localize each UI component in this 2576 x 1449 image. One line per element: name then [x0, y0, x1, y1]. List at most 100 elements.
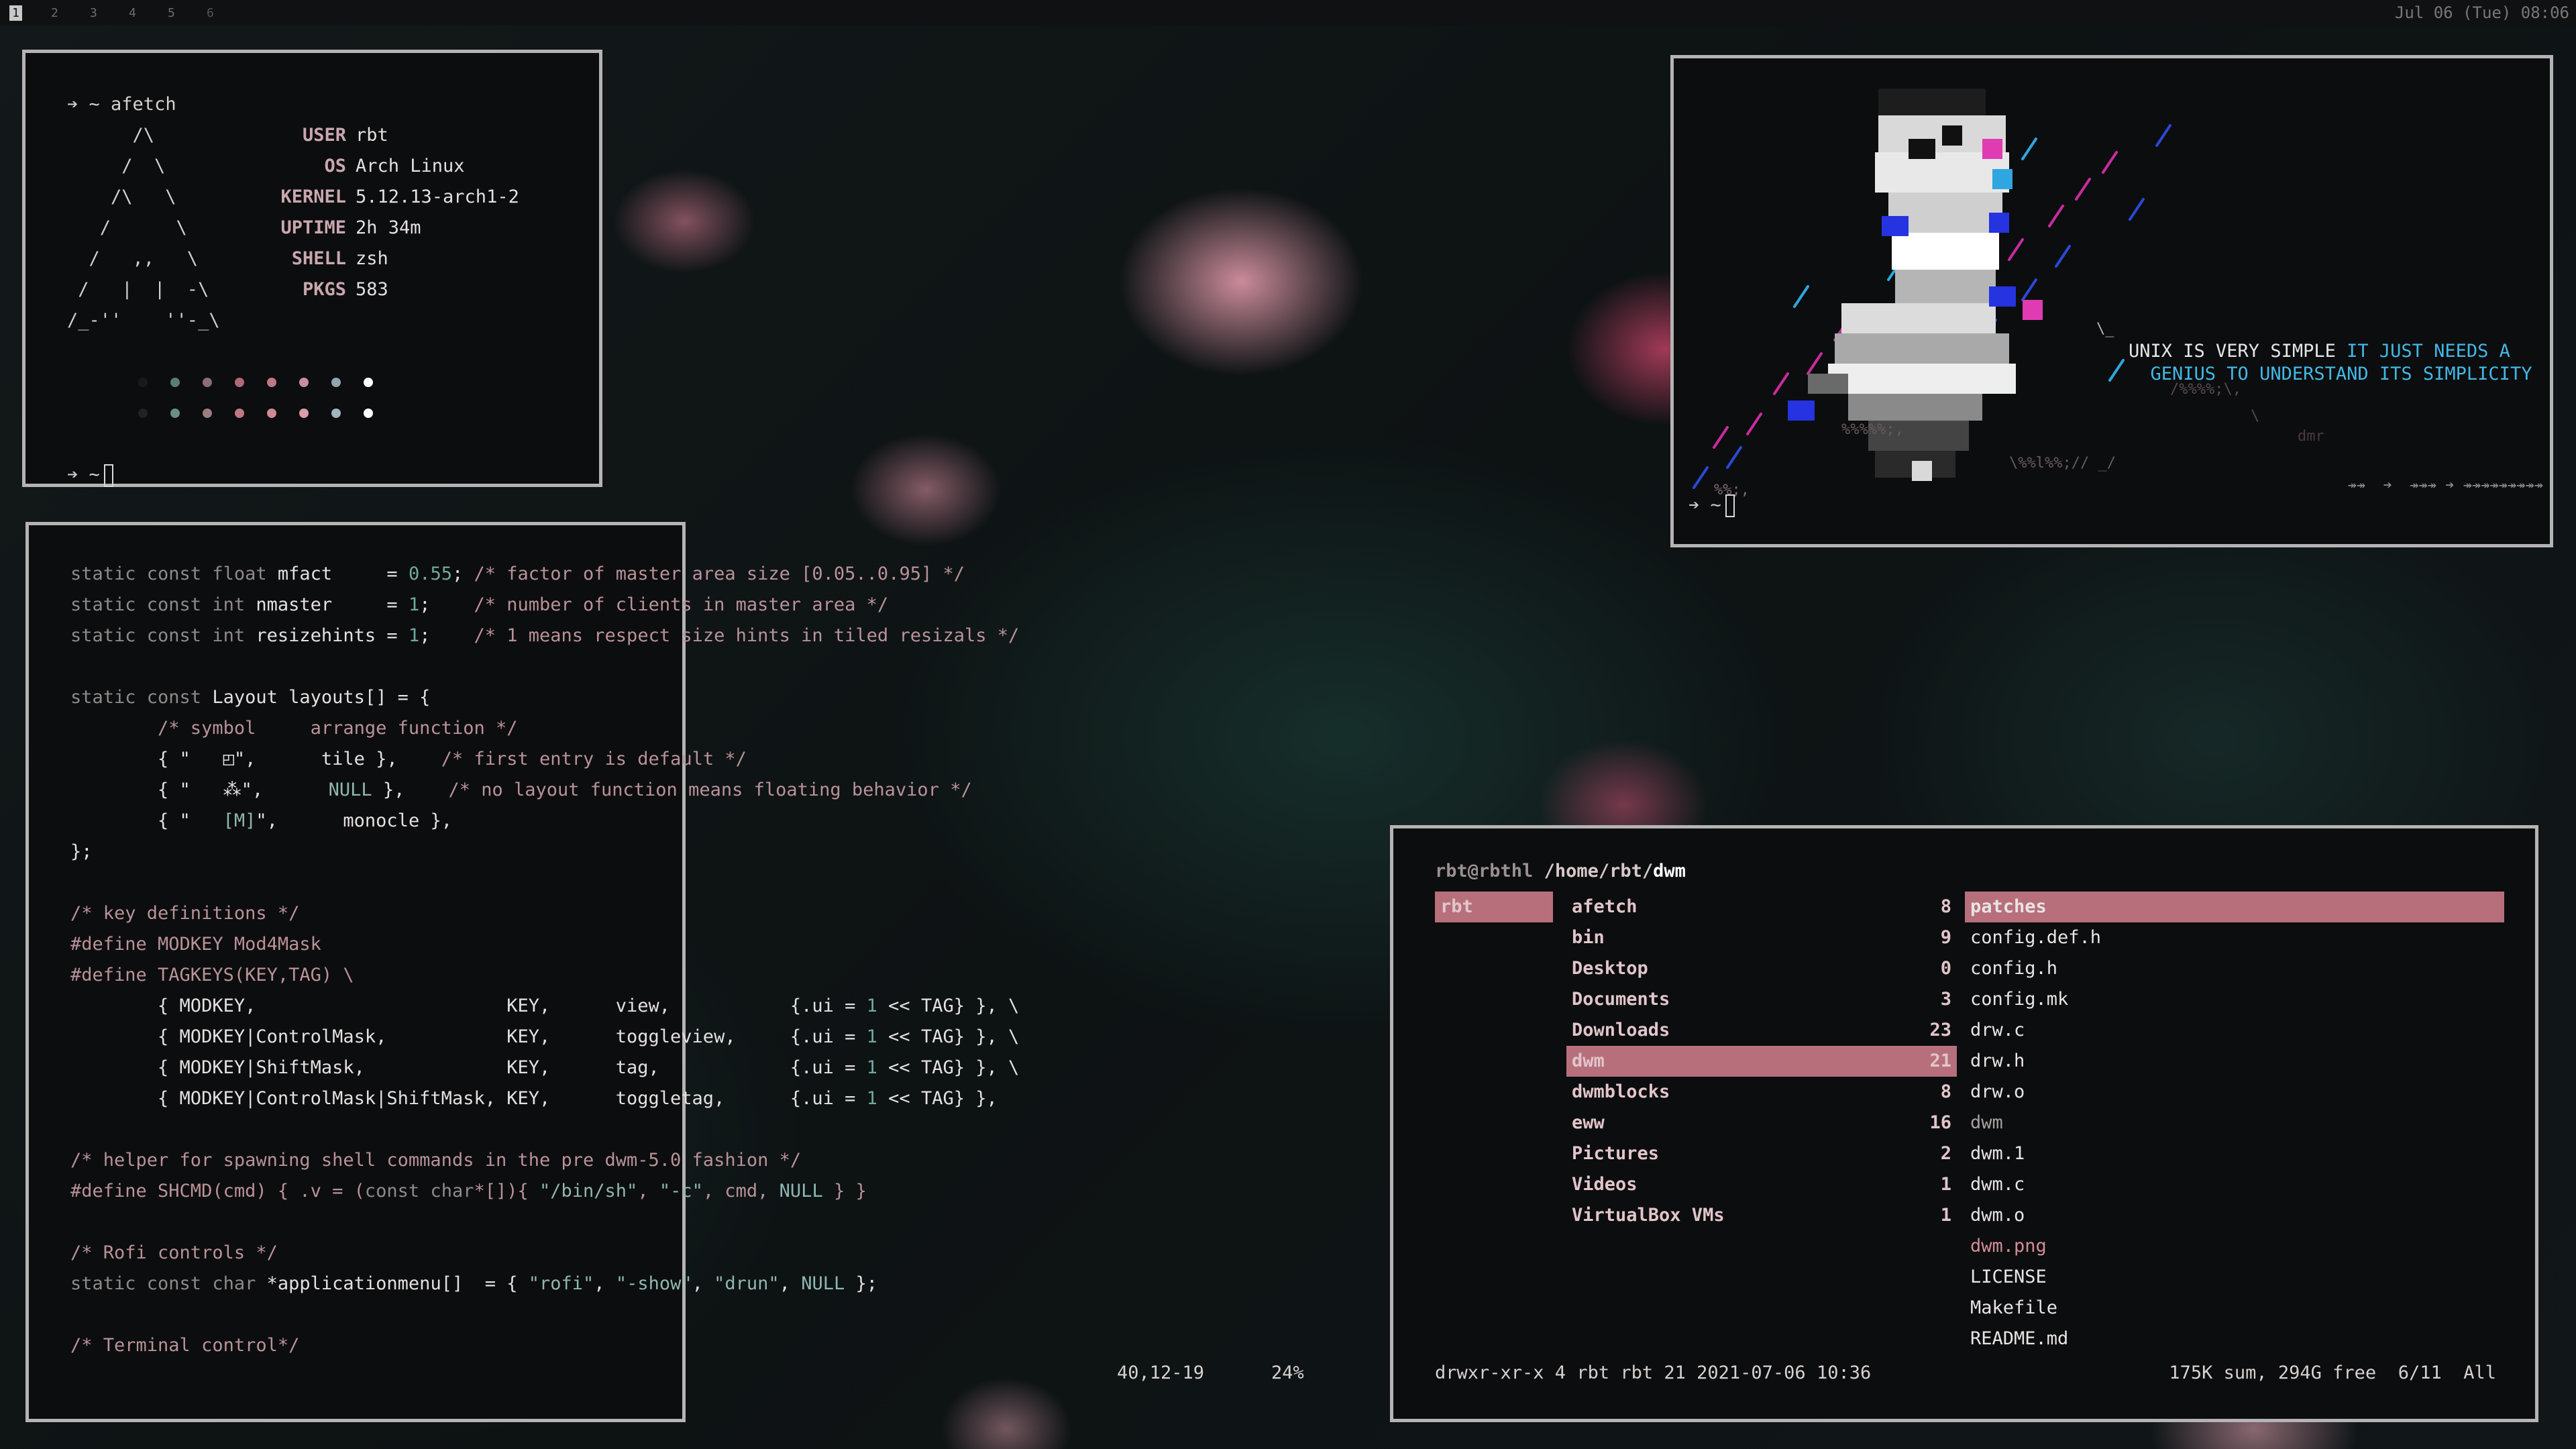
color-palette-row-1	[138, 367, 599, 398]
code-token: 1	[866, 1057, 877, 1078]
code-comment: /* first entry is default */	[441, 749, 747, 769]
list-item[interactable]: dwm	[1965, 1108, 2504, 1138]
tag-1[interactable]: 1	[5, 0, 44, 25]
item-count: 16	[1929, 1112, 1951, 1133]
code-token: ,	[594, 1273, 616, 1294]
code-token: static const	[70, 687, 213, 708]
ascii-art-figure: %%;, %%%%%;, \%%l%%;// _/ \_ /%%%%;\, \ …	[1693, 89, 2324, 498]
palette-dot	[299, 409, 309, 418]
code-token: { MODKEY, KEY, view, {.ui =	[70, 996, 867, 1016]
ranger-file-manager-window[interactable]: rbt@rbthl /home/rbt/dwm rbt afetch 8 bin 9…	[1390, 825, 2538, 1422]
status-bar: 1 2 3 4 5 6 Jul 06 (Tue) 08:06	[0, 0, 2576, 25]
code-line: { MODKEY|ControlMask|ShiftMask, KEY, tog…	[70, 1083, 1019, 1114]
code-token: ;	[419, 625, 474, 646]
list-item[interactable]: rbt	[1435, 892, 1553, 922]
cursor-position: 40,12-19	[1117, 1362, 1205, 1383]
code-token: { MODKEY|ControlMask|ShiftMask, KEY, tog…	[70, 1088, 867, 1109]
list-item[interactable]: Makefile	[1965, 1293, 2504, 1324]
code-line: static const char *applicationmenu[] = {…	[70, 1269, 1019, 1299]
list-item[interactable]: drw.h	[1965, 1046, 2504, 1077]
path-current-dir: dwm	[1653, 861, 1686, 881]
list-item[interactable]: config.mk	[1965, 984, 2504, 1015]
list-item[interactable]: config.h	[1965, 953, 2504, 984]
info-key: SHELL	[291, 248, 346, 269]
code-line: };	[70, 841, 93, 862]
vim-editor-window[interactable]: static const float mfact = 0.55; /* fact…	[25, 522, 1304, 1422]
code-token: static const int	[70, 625, 256, 646]
code-token: Layout layouts[] = {	[212, 687, 431, 708]
list-item[interactable]: dwm.o	[1965, 1200, 2504, 1231]
list-item[interactable]: bin 9	[1566, 922, 1957, 953]
list-item-selected[interactable]: patches	[1965, 892, 2504, 922]
palette-dot	[364, 409, 373, 418]
info-key: USER	[302, 125, 346, 146]
item-count: 21	[1929, 1051, 1951, 1071]
item-name: afetch	[1572, 896, 1638, 917]
list-item[interactable]: LICENSE	[1965, 1262, 2504, 1293]
list-item[interactable]: Downloads 23	[1566, 1015, 1957, 1046]
list-item-selected[interactable]: dwm 21	[1566, 1046, 1957, 1077]
list-item[interactable]: eww 16	[1566, 1108, 1957, 1138]
quote-cyan-text-1: IT JUST NEEDS A	[2347, 341, 2510, 362]
list-item[interactable]: drw.c	[1965, 1015, 2504, 1046]
list-item[interactable]: dwm.c	[1965, 1169, 2504, 1200]
item-name: drw.h	[1970, 1051, 2025, 1071]
list-item[interactable]: Desktop 0	[1566, 953, 1957, 984]
code-token: { MODKEY|ControlMask, KEY, toggleview, {…	[70, 1026, 867, 1047]
code-line: static const Layout layouts[] = {	[70, 682, 1019, 713]
unix-quote: UNIX IS VERY SIMPLE IT JUST NEEDS A GENI…	[2129, 340, 2532, 386]
code-buffer[interactable]: static const float mfact = 0.55; /* fact…	[70, 559, 1019, 1361]
list-item[interactable]: Pictures 2	[1566, 1138, 1957, 1169]
disk-status-footer: 175K sum, 294G free 6/11 All	[2169, 1362, 2496, 1383]
item-name: Pictures	[1572, 1143, 1660, 1164]
item-name: dwmblocks	[1572, 1081, 1670, 1102]
info-value: Arch Linux	[356, 156, 465, 176]
tag-3[interactable]: 3	[83, 0, 122, 25]
list-item[interactable]: afetch 8	[1566, 892, 1957, 922]
item-name: VirtualBox VMs	[1572, 1205, 1725, 1226]
list-item[interactable]: README.md	[1965, 1324, 2504, 1354]
item-name: README.md	[1970, 1328, 2069, 1349]
tag-4[interactable]: 4	[122, 0, 161, 25]
code-token: =	[376, 625, 409, 646]
tag-6[interactable]: 6	[200, 6, 214, 20]
prompt-line[interactable]: ➔ ~	[1688, 494, 1735, 517]
list-item[interactable]: config.def.h	[1965, 922, 2504, 953]
code-token: "/bin/sh"	[539, 1181, 638, 1201]
list-item[interactable]: VirtualBox VMs 1	[1566, 1200, 1957, 1231]
code-line: #define MODKEY Mod4Mask	[70, 934, 321, 955]
prompt-line[interactable]: ➔ ~	[67, 460, 599, 490]
code-token: =	[332, 564, 409, 584]
item-count: 23	[1929, 1020, 1951, 1040]
code-token: tile	[321, 749, 365, 769]
list-item[interactable]: dwm.png	[1965, 1231, 2504, 1262]
item-name: dwm.o	[1970, 1205, 2025, 1226]
list-item[interactable]: Videos 1	[1566, 1169, 1957, 1200]
svg-text:%%%%%;,: %%%%%;,	[1841, 421, 1904, 438]
afetch-terminal-window[interactable]: ➔ ~ afetch /\ USER rbt / \ OS Arch Linux /\ …	[22, 50, 602, 487]
svg-text:\_: \_	[2096, 321, 2114, 337]
info-value: 2h 34m	[356, 217, 421, 238]
current-path: rbt@rbthl /home/rbt/dwm	[1435, 861, 1686, 881]
item-name: Documents	[1572, 989, 1670, 1010]
code-token: static const int	[70, 594, 256, 615]
color-palette-row-2	[138, 398, 599, 429]
ascii-art-terminal-window[interactable]: %%;, %%%%%;, \%%l%%;// _/ \_ /%%%%;\, \ …	[1670, 55, 2553, 547]
code-line: { MODKEY, KEY, view, {.ui = 1 << TAG} },…	[70, 991, 1019, 1022]
code-token: },	[419, 810, 452, 831]
list-item[interactable]: Documents 3	[1566, 984, 1957, 1015]
code-token: #define SHCMD(cmd) { .v = (	[70, 1181, 365, 1201]
list-item[interactable]: drw.o	[1965, 1077, 2504, 1108]
code-token: ,	[637, 1181, 659, 1201]
tag-5[interactable]: 5	[161, 0, 200, 25]
info-row-pkgs: / | | -\ PKGS 583	[67, 274, 599, 305]
code-token: 1	[866, 1088, 877, 1109]
list-item[interactable]: dwmblocks 8	[1566, 1077, 1957, 1108]
logo-art-bottom: /_-'' ''-_\	[67, 305, 599, 336]
info-value: 583	[356, 279, 388, 300]
tag-2[interactable]: 2	[44, 0, 83, 25]
tag-4-label: 4	[129, 5, 136, 20]
info-key: KERNEL	[280, 186, 346, 207]
list-item[interactable]: dwm.1	[1965, 1138, 2504, 1169]
